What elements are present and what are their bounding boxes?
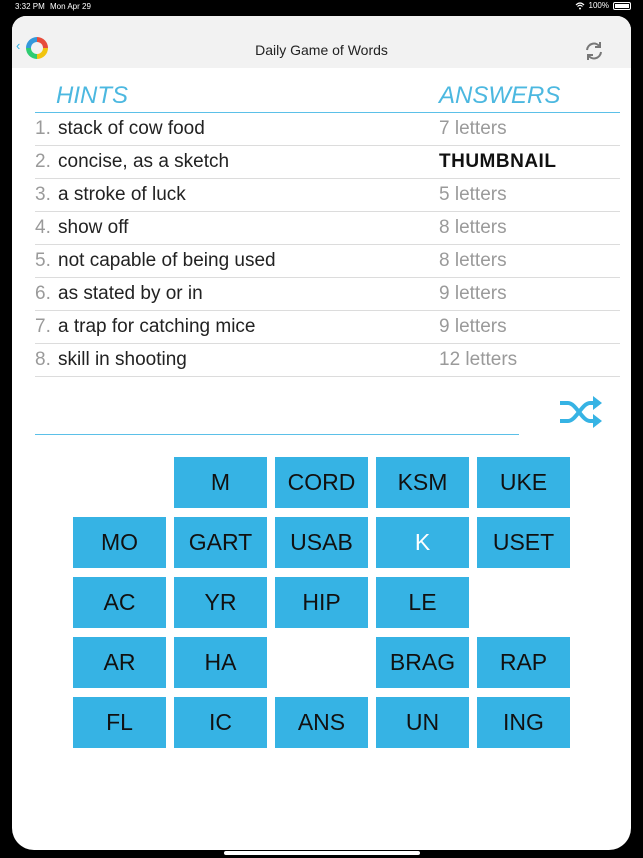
clue-row[interactable]: 1. stack of cow food 7 letters <box>35 113 620 146</box>
answer-input-line[interactable] <box>35 434 519 435</box>
status-time: 3:32 PM <box>15 2 45 11</box>
home-indicator[interactable] <box>224 851 420 855</box>
letter-tile[interactable]: USAB <box>275 517 368 568</box>
clue-hint: as stated by or in <box>58 283 203 304</box>
clue-row[interactable]: 8. skill in shooting 12 letters <box>35 344 620 377</box>
clue-number: 2. <box>35 151 51 172</box>
app-screen: ‹ Daily Game of Words HINTS ANSWERS 1. st… <box>12 16 631 850</box>
letter-tile[interactable]: IC <box>174 697 267 748</box>
clue-hint: not capable of being used <box>58 250 276 271</box>
clue-answer: 7 letters <box>439 118 507 139</box>
page-title: Daily Game of Words <box>255 42 388 58</box>
clue-hint: a trap for catching mice <box>58 316 256 337</box>
clue-row[interactable]: 6. as stated by or in 9 letters <box>35 278 620 311</box>
letter-tile[interactable]: YR <box>174 577 267 628</box>
clue-number: 5. <box>35 250 51 271</box>
status-date: Mon Apr 29 <box>50 2 91 11</box>
wifi-icon <box>575 1 584 9</box>
shuffle-icon[interactable] <box>558 394 604 430</box>
clue-answer: 12 letters <box>439 349 518 370</box>
letter-tile[interactable]: KSM <box>376 457 469 508</box>
letter-tile[interactable]: UKE <box>477 457 570 508</box>
letter-tile[interactable]: BRAG <box>376 637 469 688</box>
hints-header: HINTS <box>56 82 128 109</box>
clue-row[interactable]: 4. show off 8 letters <box>35 212 620 245</box>
refresh-icon[interactable] <box>583 40 605 62</box>
clue-number: 4. <box>35 217 51 238</box>
letter-tile[interactable]: RAP <box>477 637 570 688</box>
letter-tile[interactable]: MO <box>73 517 166 568</box>
letter-tile[interactable]: HA <box>174 637 267 688</box>
clue-row[interactable]: 3. a stroke of luck 5 letters <box>35 179 620 212</box>
clue-answer: 8 letters <box>439 217 507 238</box>
clue-answer: 9 letters <box>439 316 507 337</box>
letter-tile[interactable]: CORD <box>275 457 368 508</box>
letter-tile[interactable]: K <box>376 517 469 568</box>
clue-hint: skill in shooting <box>58 349 187 370</box>
clue-number: 3. <box>35 184 51 205</box>
battery-icon <box>613 1 631 10</box>
battery-percent: 100% <box>588 1 609 10</box>
status-bar: 3:32 PM Mon Apr 29 100% <box>0 0 643 16</box>
letter-tile[interactable]: HIP <box>275 577 368 628</box>
clue-answer: 5 letters <box>439 184 507 205</box>
letter-tile[interactable]: M <box>174 457 267 508</box>
answers-header: ANSWERS <box>439 82 561 109</box>
clue-hint: a stroke of luck <box>58 184 186 205</box>
clue-hint: concise, as a sketch <box>58 151 230 172</box>
clue-number: 7. <box>35 316 51 337</box>
clue-list: 1. stack of cow food 7 letters 2. concise, … <box>35 113 620 377</box>
letter-tile[interactable]: GART <box>174 517 267 568</box>
clue-number: 1. <box>35 118 51 139</box>
clue-answer-solved: THUMBNAIL <box>439 151 557 172</box>
clue-answer: 8 letters <box>439 250 507 271</box>
clue-row[interactable]: 7. a trap for catching mice 9 letters <box>35 311 620 344</box>
letter-tile[interactable]: AR <box>73 637 166 688</box>
letter-tile[interactable]: ANS <box>275 697 368 748</box>
clue-hint: show off <box>58 217 129 238</box>
letter-tile[interactable]: FL <box>73 697 166 748</box>
clue-row[interactable]: 2. concise, as a sketch THUMBNAIL <box>35 146 620 179</box>
clue-answer: 9 letters <box>439 283 507 304</box>
clue-number: 6. <box>35 283 51 304</box>
letter-tile[interactable]: LE <box>376 577 469 628</box>
clue-row[interactable]: 5. not capable of being used 8 letters <box>35 245 620 278</box>
clue-hint: stack of cow food <box>58 118 205 139</box>
letter-tile[interactable]: AC <box>73 577 166 628</box>
letter-tile[interactable]: UN <box>376 697 469 748</box>
letter-tile[interactable]: ING <box>477 697 570 748</box>
letter-tile[interactable]: USET <box>477 517 570 568</box>
nav-bar: ‹ Daily Game of Words <box>12 16 631 68</box>
status-right: 100% <box>575 1 631 10</box>
clue-number: 8. <box>35 349 51 370</box>
